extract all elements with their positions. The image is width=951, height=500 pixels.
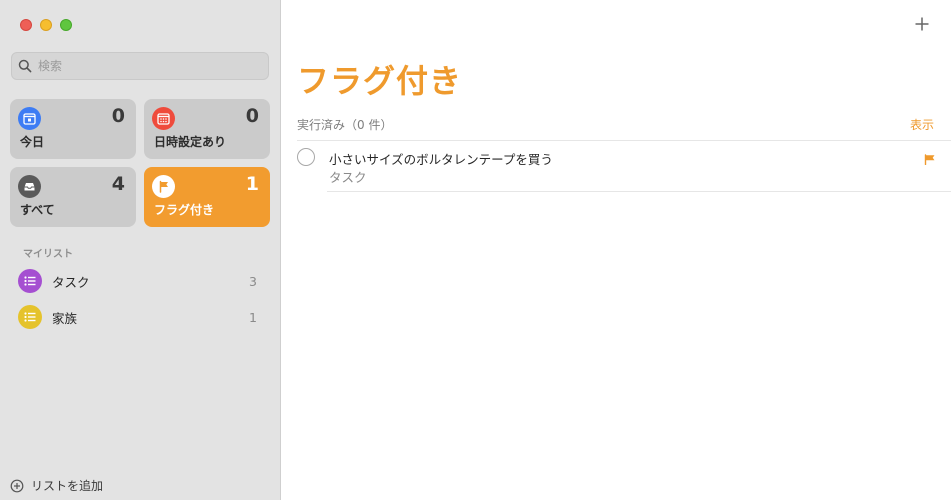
sidebar: 0 今日 0 日時設定あり — [0, 0, 281, 500]
reminder-title[interactable]: 小さいサイズのボルタレンテープを買う — [329, 149, 553, 168]
smart-list-flagged[interactable]: 1 フラグ付き — [144, 167, 270, 227]
add-list-label: リストを追加 — [31, 479, 104, 493]
smart-list-today[interactable]: 0 今日 — [10, 99, 136, 159]
today-count: 0 — [111, 105, 125, 127]
reminder-list-name: タスク — [329, 170, 367, 185]
tray-icon — [18, 175, 41, 198]
close-button[interactable] — [20, 19, 32, 31]
flagged-count: 1 — [245, 173, 259, 195]
smart-list-scheduled[interactable]: 0 日時設定あり — [144, 99, 270, 159]
my-lists-heading: マイリスト — [23, 249, 73, 260]
smart-list-all[interactable]: 4 すべて — [10, 167, 136, 227]
new-reminder-button[interactable] — [912, 14, 932, 34]
list-bullet-icon — [18, 305, 42, 329]
search-field[interactable] — [11, 52, 269, 80]
list-item-family[interactable]: 家族 1 — [18, 304, 263, 330]
all-count: 4 — [111, 173, 125, 195]
divider — [297, 140, 951, 141]
list-bullet-icon — [18, 269, 42, 293]
scheduled-label: 日時設定あり — [154, 135, 227, 149]
minimize-button[interactable] — [40, 19, 52, 31]
complete-checkbox[interactable] — [297, 148, 315, 166]
divider — [327, 191, 951, 192]
completed-count-label: 実行済み（0 件） — [297, 118, 393, 132]
calendar-grid-icon — [152, 107, 175, 130]
plus-circle-icon — [10, 479, 24, 492]
page-title: フラグ付き — [297, 62, 463, 100]
show-completed-button[interactable]: 表示 — [910, 116, 934, 133]
calendar-today-icon — [18, 107, 41, 130]
window-controls — [20, 19, 72, 31]
all-label: すべて — [20, 203, 55, 217]
scheduled-count: 0 — [245, 105, 259, 127]
main-content: フラグ付き 実行済み（0 件） 表示 小さいサイズのボルタレンテープを買う タス… — [281, 0, 951, 500]
plus-icon — [915, 17, 929, 31]
today-label: 今日 — [20, 135, 45, 149]
zoom-button[interactable] — [60, 19, 72, 31]
search-icon — [18, 59, 32, 73]
flag-icon — [152, 175, 175, 198]
flagged-label: フラグ付き — [154, 203, 215, 217]
add-list-button[interactable]: リストを追加 — [10, 477, 103, 494]
list-count: 1 — [249, 309, 257, 325]
list-count: 3 — [249, 273, 257, 289]
search-input[interactable] — [38, 59, 248, 73]
list-name: タスク — [52, 274, 90, 290]
reminders-window: 0 今日 0 日時設定あり — [0, 0, 951, 500]
reminder-row[interactable]: 小さいサイズのボルタレンテープを買う タスク — [297, 146, 951, 192]
list-name: 家族 — [52, 310, 78, 326]
list-item-tasks[interactable]: タスク 3 — [18, 268, 263, 294]
flag-icon[interactable] — [924, 150, 936, 169]
